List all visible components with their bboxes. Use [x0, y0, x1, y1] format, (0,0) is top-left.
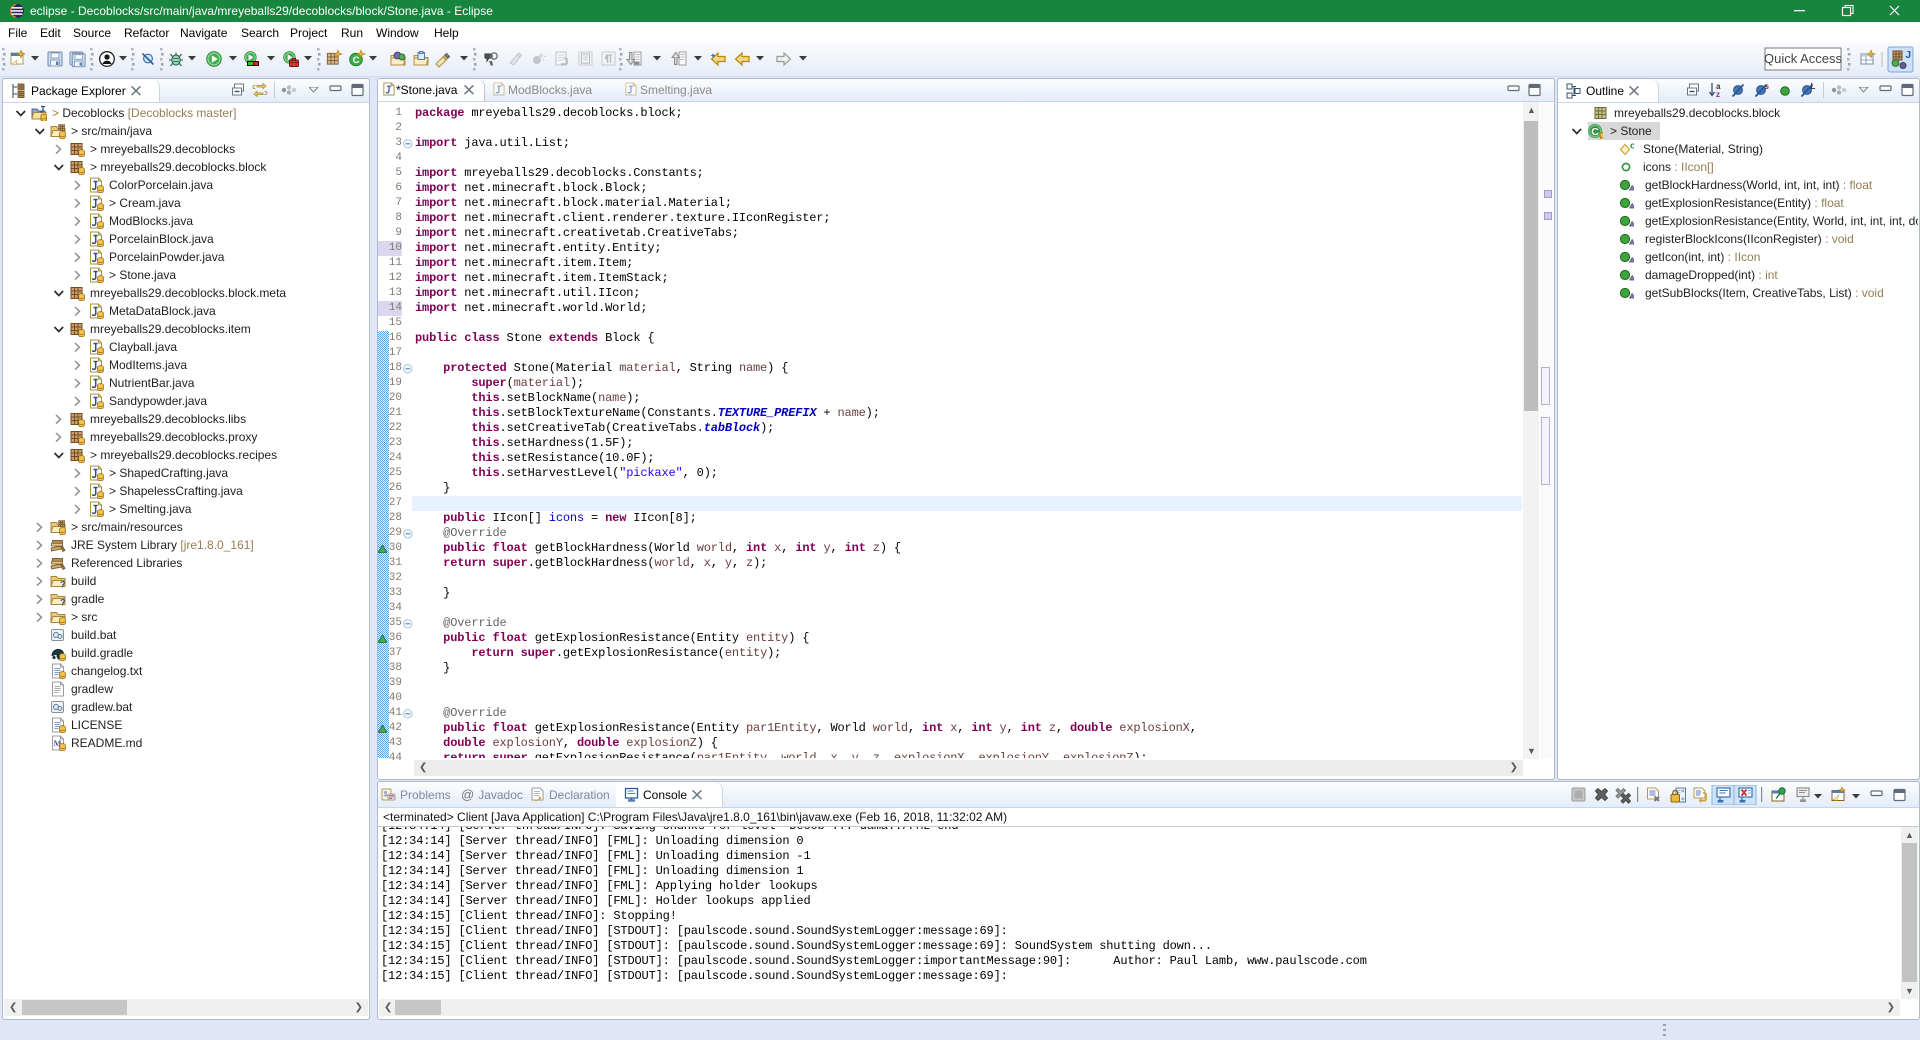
svg-text:J: J — [1906, 50, 1912, 61]
svg-text:C: C — [353, 55, 360, 66]
svg-text:Quick Access: Quick Access — [1764, 51, 1843, 66]
